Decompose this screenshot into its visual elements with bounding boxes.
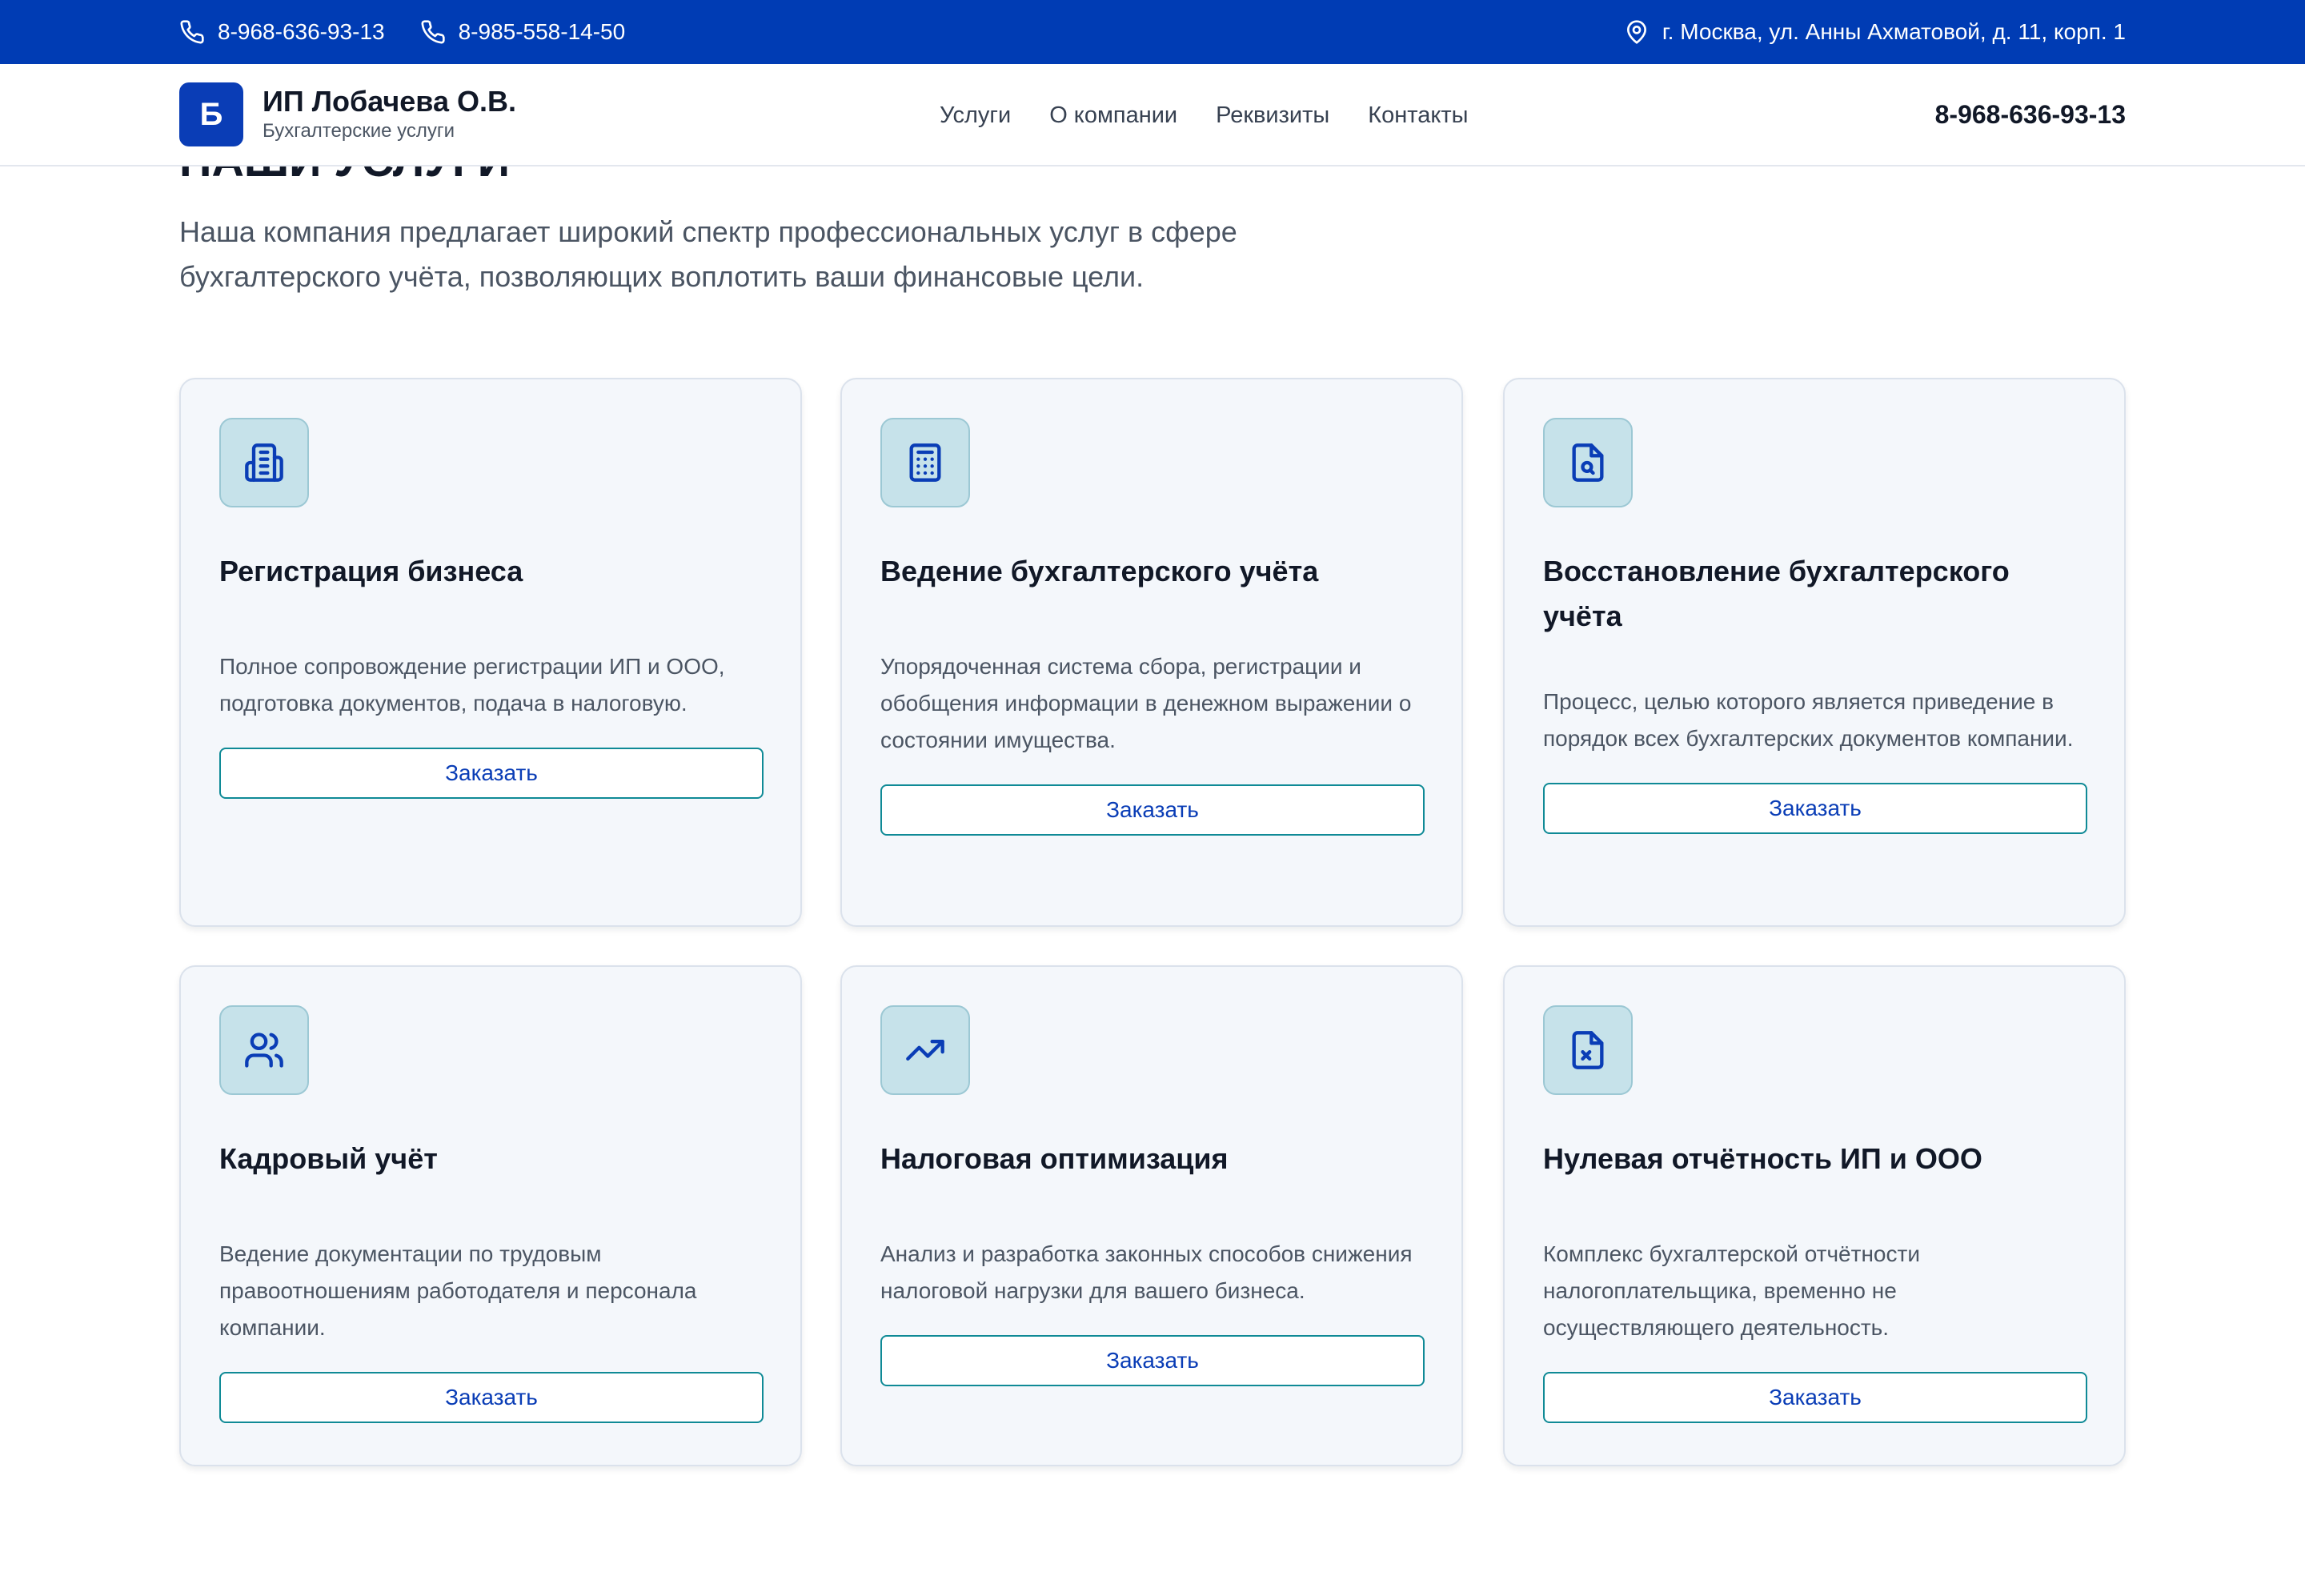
service-description: Комплекс бухгалтерской отчётности налого… xyxy=(1543,1241,1920,1340)
section-intro: Наша компания предлагает широкий спектр … xyxy=(179,215,1237,293)
top-phone-2-text: 8-985-558-14-50 xyxy=(458,19,626,44)
file-x-icon xyxy=(1572,1031,1604,1069)
service-description: Ведение документации по трудовым правоот… xyxy=(219,1241,697,1340)
service-description: Упорядоченная система сбора, регистрации… xyxy=(880,654,1412,752)
service-card: Кадровый учёт Ведение документации по тр… xyxy=(179,965,802,1466)
service-icon-box xyxy=(219,418,309,507)
order-button[interactable]: Заказать xyxy=(219,748,764,799)
order-button[interactable]: Заказать xyxy=(1543,1372,2087,1423)
top-contact-bar: 8-968-636-93-13 8-985-558-14-50 г. Москв… xyxy=(0,0,2305,64)
header-phone[interactable]: 8-968-636-93-13 xyxy=(1935,100,2126,130)
users-icon xyxy=(245,1033,283,1068)
service-icon-box xyxy=(1543,418,1633,507)
service-title: Восстановление бухгалтерского учёта xyxy=(1543,555,2010,632)
service-title: Кадровый учёт xyxy=(219,1142,438,1175)
service-icon-box xyxy=(219,1005,309,1095)
top-address: г. Москва, ул. Анны Ахматовой, д. 11, ко… xyxy=(1624,19,2126,45)
service-title: Нулевая отчётность ИП и ООО xyxy=(1543,1142,1982,1175)
service-card: Налоговая оптимизация Анализ и разработк… xyxy=(840,965,1463,1466)
nav-item-requisites[interactable]: Реквизиты xyxy=(1216,102,1329,129)
top-address-text: г. Москва, ул. Анны Ахматовой, д. 11, ко… xyxy=(1662,19,2126,44)
service-title: Ведение бухгалтерского учёта xyxy=(880,555,1319,587)
order-button[interactable]: Заказать xyxy=(1543,783,2087,834)
nav-item-services[interactable]: Услуги xyxy=(940,102,1011,129)
service-icon-box xyxy=(880,418,970,507)
service-title: Регистрация бизнеса xyxy=(219,555,523,587)
service-card: Нулевая отчётность ИП и ООО Комплекс бух… xyxy=(1503,965,2126,1466)
brand[interactable]: Б ИП Лобачева О.В. Бухгалтерские услуги xyxy=(179,82,595,146)
section-title-clip: НАШИ УСЛУГИ xyxy=(179,166,820,182)
order-button[interactable]: Заказать xyxy=(219,1372,764,1423)
service-card: Восстановление бухгалтерского учёта Проц… xyxy=(1503,378,2126,927)
brand-logo: Б xyxy=(179,82,243,146)
file-search-icon xyxy=(1572,443,1604,482)
trending-up-icon xyxy=(906,1040,944,1061)
top-phone-2[interactable]: 8-985-558-14-50 xyxy=(420,19,626,45)
phone-icon xyxy=(421,20,445,44)
nav-item-contacts[interactable]: Контакты xyxy=(1368,102,1468,129)
service-description: Полное сопровождение регистрации ИП и ОО… xyxy=(219,654,725,716)
section-title: НАШИ УСЛУГИ xyxy=(179,166,510,182)
calculator-icon xyxy=(909,443,941,482)
service-icon-box xyxy=(880,1005,970,1095)
top-phones: 8-968-636-93-13 8-985-558-14-50 xyxy=(179,19,625,45)
building-icon xyxy=(245,443,283,482)
phone-icon xyxy=(180,20,204,44)
top-phone-1-text: 8-968-636-93-13 xyxy=(218,19,385,44)
main-nav: Услуги О компании Реквизиты Контакты xyxy=(940,64,1469,166)
top-phone-1[interactable]: 8-968-636-93-13 xyxy=(179,19,385,45)
service-card: Ведение бухгалтерского учёта Упорядоченн… xyxy=(840,378,1463,927)
site-header: Б ИП Лобачева О.В. Бухгалтерские услуги … xyxy=(0,64,2305,166)
brand-text: ИП Лобачева О.В. Бухгалтерские услуги xyxy=(263,86,516,143)
brand-name: ИП Лобачева О.В. xyxy=(263,85,516,118)
nav-item-about[interactable]: О компании xyxy=(1049,102,1177,129)
service-title: Налоговая оптимизация xyxy=(880,1142,1229,1175)
order-button[interactable]: Заказать xyxy=(880,784,1425,836)
service-description: Процесс, целью которого является приведе… xyxy=(1543,689,2074,751)
service-icon-box xyxy=(1543,1005,1633,1095)
service-card: Регистрация бизнеса Полное сопровождение… xyxy=(179,378,802,927)
map-pin-icon xyxy=(1626,20,1646,44)
order-button[interactable]: Заказать xyxy=(880,1335,1425,1386)
service-description: Анализ и разработка законных способов сн… xyxy=(880,1241,1413,1303)
brand-subtitle: Бухгалтерские услуги xyxy=(263,120,455,142)
